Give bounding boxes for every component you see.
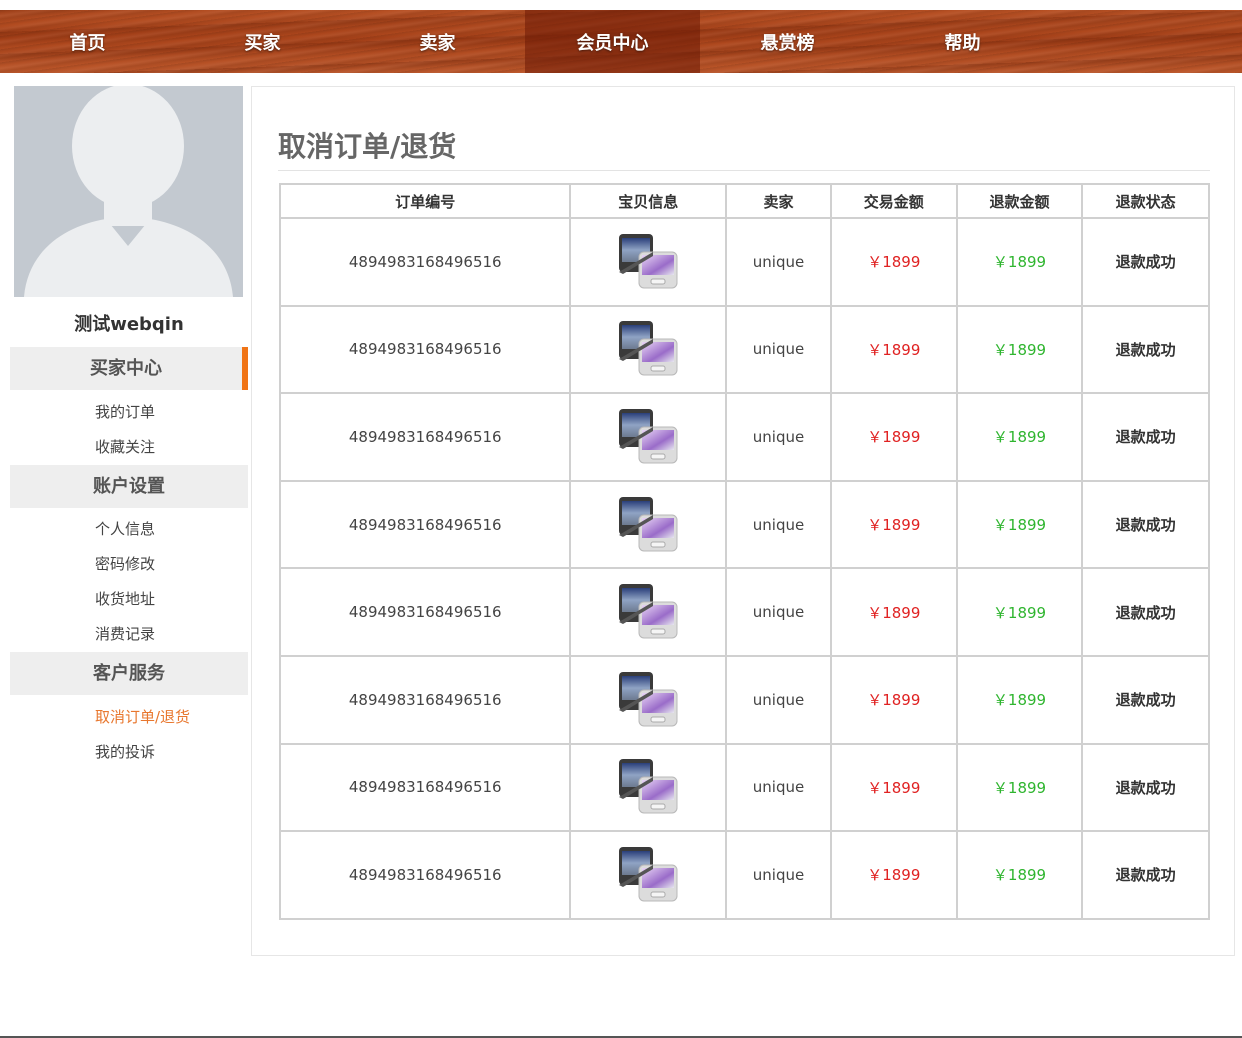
refund-status: 退款成功 <box>1081 830 1210 920</box>
refund-status: 退款成功 <box>1081 217 1210 307</box>
refund-status: 退款成功 <box>1081 654 1210 745</box>
item-thumbnail-cell[interactable] <box>569 304 728 395</box>
sidebar-link-favorites[interactable]: 收藏关注 <box>95 436 155 457</box>
sidebar-link-cancel-return[interactable]: 取消订单/退货 <box>95 706 190 727</box>
phone-product-icon[interactable] <box>615 759 681 814</box>
username: 测试webqin <box>74 314 184 335</box>
trade-amount: ￥1899 <box>829 217 958 307</box>
table-header-row: 订单编号 宝贝信息 卖家 交易金额 退款金额 退款状态 <box>278 183 1210 219</box>
seller-name: unique <box>725 654 832 745</box>
trade-amount: ￥1899 <box>829 392 958 482</box>
item-thumbnail-cell[interactable] <box>569 392 728 482</box>
refund-status: 退款成功 <box>1081 479 1210 570</box>
table-row: 4894983168496516 unique ￥1899 ￥1899 退款成功 <box>278 392 1210 482</box>
trade-amount: ￥1899 <box>829 567 958 657</box>
table-row: 4894983168496516 unique ￥1899 ￥1899 退款成功 <box>278 567 1210 657</box>
trade-amount: ￥1899 <box>829 654 958 745</box>
page-title: 取消订单/退货 <box>278 130 457 163</box>
seller-name: unique <box>725 567 832 657</box>
col-header-refund-status: 退款状态 <box>1081 183 1210 219</box>
trade-amount: ￥1899 <box>829 304 958 395</box>
order-number: 4894983168496516 <box>278 830 572 920</box>
item-thumbnail-cell[interactable] <box>569 479 728 570</box>
item-thumbnail-cell[interactable] <box>569 567 728 657</box>
item-thumbnail-cell[interactable] <box>569 654 728 745</box>
refund-amount: ￥1899 <box>955 479 1084 570</box>
sidebar-link-spending[interactable]: 消费记录 <box>95 623 155 644</box>
phone-product-icon[interactable] <box>615 584 681 639</box>
title-divider <box>278 170 1210 171</box>
nav-item-help[interactable]: 帮助 <box>875 10 1050 73</box>
seller-name: unique <box>725 217 832 307</box>
nav-item-bounty[interactable]: 悬赏榜 <box>700 10 875 73</box>
trade-amount: ￥1899 <box>829 830 958 920</box>
phone-product-icon[interactable] <box>615 408 681 464</box>
phone-product-icon[interactable] <box>615 671 681 727</box>
refund-amount: ￥1899 <box>955 742 1084 833</box>
sidebar-link-address[interactable]: 收货地址 <box>95 588 155 609</box>
refund-amount: ￥1899 <box>955 567 1084 657</box>
table-row: 4894983168496516 unique ￥1899 ￥1899 退款成功 <box>278 654 1210 745</box>
seller-name: unique <box>725 479 832 570</box>
avatar <box>14 86 243 297</box>
seller-name: unique <box>725 304 832 395</box>
refund-status: 退款成功 <box>1081 742 1210 833</box>
sidebar-heading-account-settings[interactable]: 账户设置 <box>10 465 248 508</box>
order-number: 4894983168496516 <box>278 392 572 482</box>
refund-amount: ￥1899 <box>955 830 1084 920</box>
nav-item-seller[interactable]: 卖家 <box>350 10 525 73</box>
seller-name: unique <box>725 830 832 920</box>
table-row: 4894983168496516 unique ￥1899 ￥1899 退款成功 <box>278 217 1210 307</box>
sidebar-link-complaints[interactable]: 我的投诉 <box>95 741 155 762</box>
trade-amount: ￥1899 <box>829 742 958 833</box>
order-number: 4894983168496516 <box>278 304 572 395</box>
item-thumbnail-cell[interactable] <box>569 217 728 307</box>
phone-product-icon[interactable] <box>615 321 681 376</box>
nav-item-member-center[interactable]: 会员中心 <box>525 10 700 73</box>
order-number: 4894983168496516 <box>278 479 572 570</box>
order-number: 4894983168496516 <box>278 217 572 307</box>
refund-amount: ￥1899 <box>955 392 1084 482</box>
refund-status: 退款成功 <box>1081 392 1210 482</box>
order-number: 4894983168496516 <box>278 567 572 657</box>
main-panel: 取消订单/退货 订单编号 宝贝信息 卖家 交易金额 退款金额 退款状态 4894… <box>251 86 1235 956</box>
nav-item-buyer[interactable]: 买家 <box>175 10 350 73</box>
sidebar-link-personal-info[interactable]: 个人信息 <box>95 518 155 539</box>
col-header-refund-amount: 退款金额 <box>955 183 1084 219</box>
sidebar-heading-customer-service[interactable]: 客户服务 <box>10 652 248 695</box>
table-row: 4894983168496516 unique ￥1899 ￥1899 退款成功 <box>278 742 1210 833</box>
orders-table: 订单编号 宝贝信息 卖家 交易金额 退款金额 退款状态 489498316849… <box>278 183 1210 920</box>
refund-amount: ￥1899 <box>955 304 1084 395</box>
table-row: 4894983168496516 unique ￥1899 ￥1899 退款成功 <box>278 830 1210 920</box>
sidebar-link-my-orders[interactable]: 我的订单 <box>95 401 155 422</box>
item-thumbnail-cell[interactable] <box>569 830 728 920</box>
refund-amount: ￥1899 <box>955 654 1084 745</box>
phone-product-icon[interactable] <box>615 496 681 552</box>
col-header-trade-amount: 交易金额 <box>829 183 958 219</box>
sidebar-link-password[interactable]: 密码修改 <box>95 553 155 574</box>
col-header-item-info: 宝贝信息 <box>569 183 728 219</box>
phone-product-icon[interactable] <box>615 846 681 902</box>
nav-item-home[interactable]: 首页 <box>0 10 175 73</box>
item-thumbnail-cell[interactable] <box>569 742 728 833</box>
phone-product-icon[interactable] <box>615 233 681 289</box>
refund-status: 退款成功 <box>1081 567 1210 657</box>
order-number: 4894983168496516 <box>278 742 572 833</box>
trade-amount: ￥1899 <box>829 479 958 570</box>
sidebar-heading-buyer-center[interactable]: 买家中心 <box>10 347 248 390</box>
table-row: 4894983168496516 unique ￥1899 ￥1899 退款成功 <box>278 304 1210 395</box>
col-header-order-no: 订单编号 <box>278 183 572 219</box>
table-row: 4894983168496516 unique ￥1899 ￥1899 退款成功 <box>278 479 1210 570</box>
top-nav: 首页 买家 卖家 会员中心 悬赏榜 帮助 <box>0 10 1242 73</box>
seller-name: unique <box>725 392 832 482</box>
refund-status: 退款成功 <box>1081 304 1210 395</box>
refund-amount: ￥1899 <box>955 217 1084 307</box>
default-user-avatar-icon <box>14 86 243 297</box>
col-header-seller: 卖家 <box>725 183 832 219</box>
seller-name: unique <box>725 742 832 833</box>
order-number: 4894983168496516 <box>278 654 572 745</box>
